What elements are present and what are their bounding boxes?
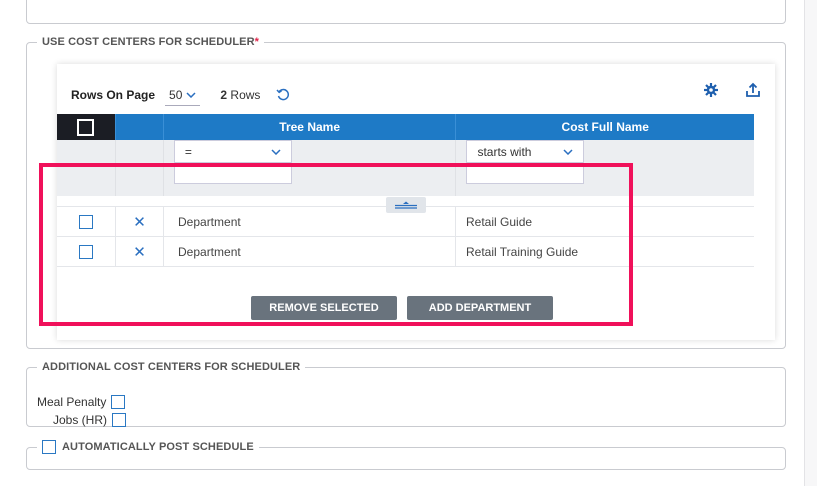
meal-penalty-checkbox[interactable] (111, 395, 126, 409)
additional-cost-centers-section: ADDITIONAL COST CENTERS FOR SCHEDULER Me… (26, 361, 786, 427)
refresh-icon[interactable] (276, 88, 290, 102)
column-header-cost-full-name[interactable]: Cost Full Name (455, 114, 755, 140)
rows-count: 2 Rows (220, 88, 260, 102)
meal-penalty-option: Meal Penalty (37, 395, 126, 409)
auto-post-section: AUTOMATICALLY POST SCHEDULE (26, 440, 786, 470)
jobs-hr-option: Jobs (HR) (53, 413, 127, 427)
select-all-checkbox[interactable] (77, 118, 95, 136)
tree-name-operator-select[interactable]: = (173, 140, 292, 162)
column-header-tree-name[interactable]: Tree Name (162, 114, 456, 140)
rows-on-page-label: Rows On Page (71, 88, 156, 102)
grid-toolbar: Rows On Page 50 2 Rows (71, 84, 290, 106)
upload-icon[interactable] (745, 82, 761, 101)
cost-full-name-operator-select[interactable]: starts with (466, 140, 585, 162)
rows-on-page-value: 50 (169, 87, 183, 102)
rows-count-text: Rows (230, 88, 261, 102)
chevron-down-icon (563, 148, 573, 155)
cost-centers-legend: USE COST CENTERS FOR SCHEDULER* (42, 36, 260, 48)
auto-post-label: AUTOMATICALLY POST SCHEDULE (62, 441, 254, 453)
jobs-hr-checkbox[interactable] (112, 413, 127, 427)
rows-count-number: 2 (220, 88, 228, 102)
meal-penalty-label: Meal Penalty (37, 395, 107, 409)
previous-section-box (26, 0, 786, 24)
gear-icon[interactable] (703, 82, 719, 101)
tree-name-operator-value: = (184, 144, 192, 159)
chevron-down-icon (271, 148, 281, 155)
grid-toolbar-actions (703, 82, 761, 101)
additional-cost-centers-legend: ADDITIONAL COST CENTERS FOR SCHEDULER (42, 361, 301, 373)
cost-full-name-operator-value: starts with (477, 144, 532, 159)
rows-on-page-select[interactable]: 50 (165, 85, 201, 106)
header-action-column (114, 114, 163, 140)
right-edge-strip (804, 0, 817, 486)
jobs-hr-label: Jobs (HR) (53, 413, 108, 427)
auto-post-checkbox[interactable] (42, 440, 56, 454)
chevron-down-icon (186, 91, 196, 98)
select-all-cell[interactable] (57, 114, 115, 140)
page: USE COST CENTERS FOR SCHEDULER* Rows On … (0, 0, 805, 486)
grid-header: Tree Name Cost Full Name (57, 114, 755, 140)
required-marker: * (254, 36, 260, 48)
auto-post-legend: AUTOMATICALLY POST SCHEDULE (37, 440, 259, 454)
highlight-annotation (39, 163, 633, 326)
